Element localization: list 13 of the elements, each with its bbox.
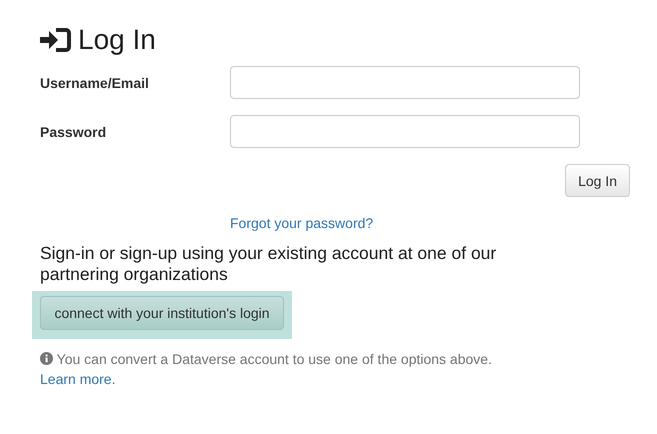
input-field[interactable] — [230, 115, 580, 148]
partner-heading: Sign-in or sign-up using your existing account at one of our partnering organizations — [40, 243, 498, 285]
info-icon — [40, 352, 53, 365]
input-field[interactable] — [230, 66, 580, 99]
page-title: Log In — [78, 24, 156, 56]
login-icon — [40, 27, 72, 53]
field-label: Username/Email — [40, 74, 150, 90]
learn-more-link[interactable]: Learn more. — [40, 371, 116, 387]
login-button[interactable]: Log In — [565, 164, 630, 197]
info-text: You can convert a Dataverse account to use one of the options above. Learn more. — [40, 350, 493, 389]
institution-login-button[interactable]: connect with your institution's login — [40, 296, 284, 330]
forgot-password-link[interactable]: Forgot your password? — [230, 215, 374, 231]
field-label: Password — [40, 124, 108, 140]
